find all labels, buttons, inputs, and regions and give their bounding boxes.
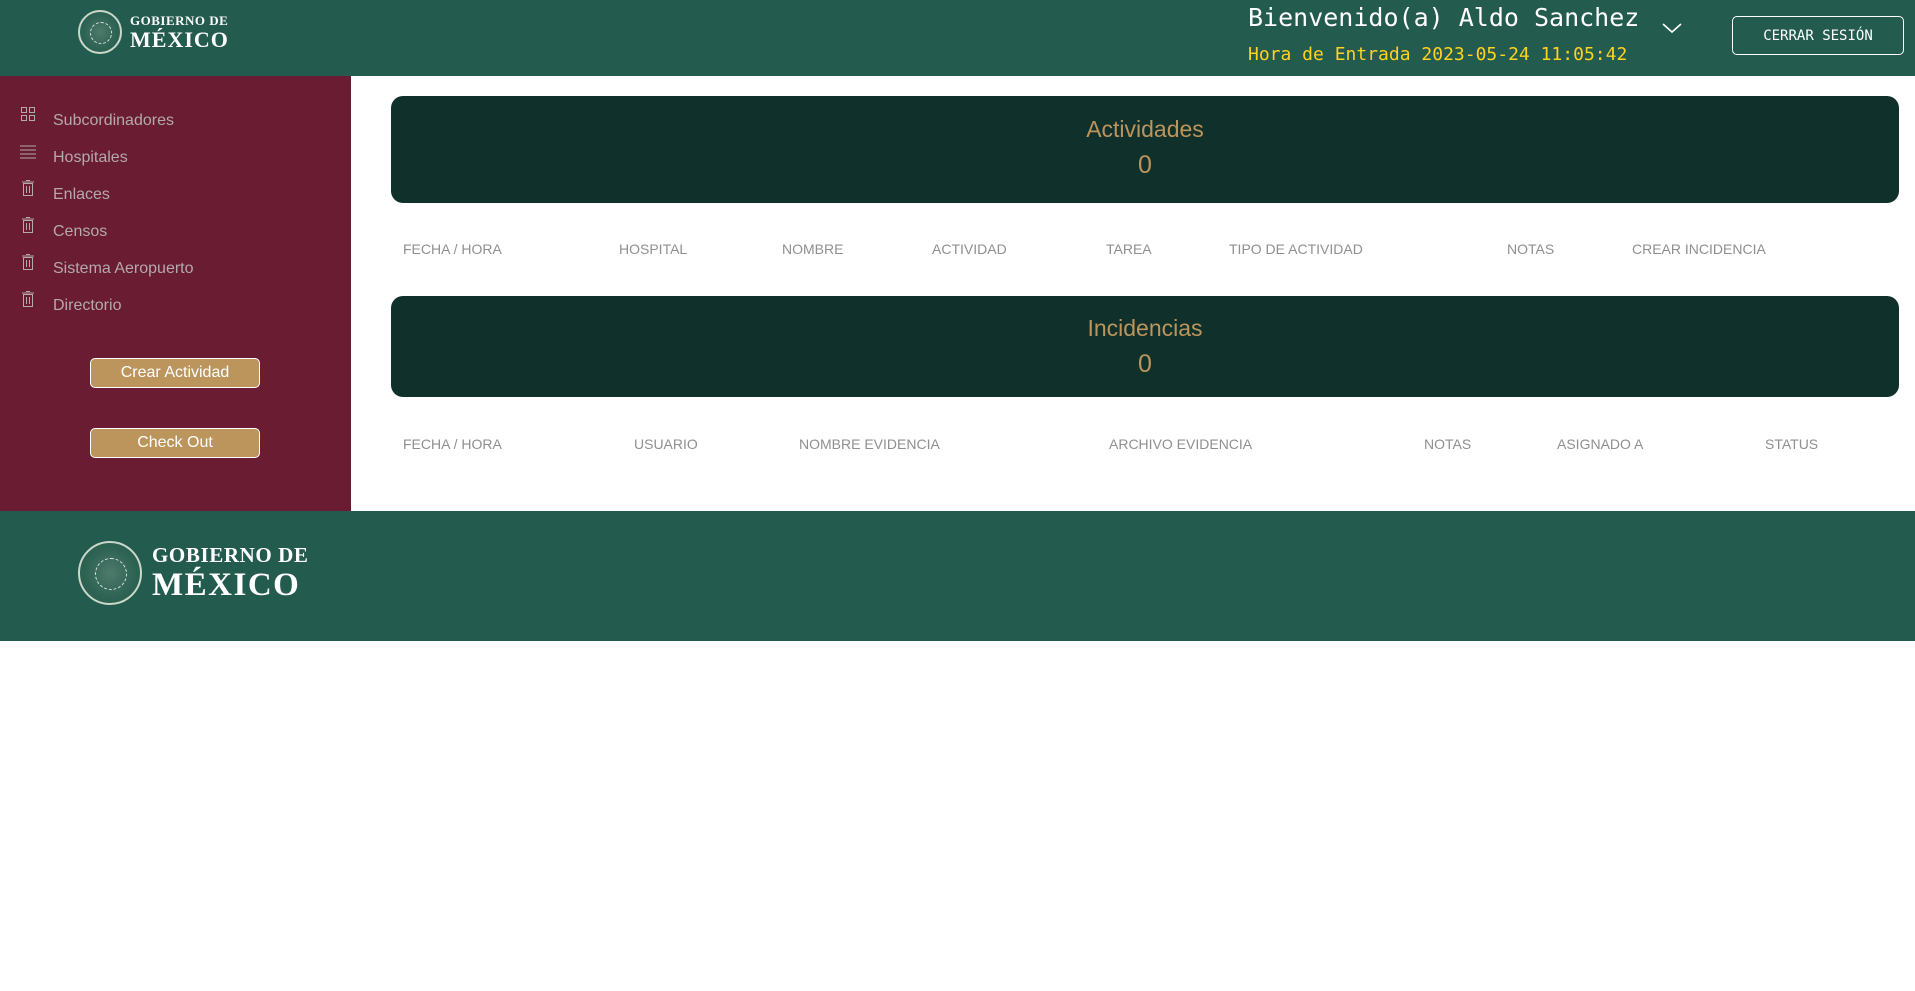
sidebar-item-label: Subcordinadores: [53, 112, 174, 129]
column-header: TAREA: [1106, 241, 1152, 257]
incidents-summary-card: Incidencias 0: [391, 296, 1899, 397]
column-header: ASIGNADO A: [1557, 436, 1644, 452]
create-activity-button[interactable]: Crear Actividad: [90, 358, 260, 388]
list-icon: [20, 145, 36, 159]
column-header: NOTAS: [1424, 436, 1472, 452]
footer: GOBIERNO DE MÉXICO: [0, 511, 1915, 641]
logo-line-1: GOBIERNO DE: [130, 12, 229, 28]
incidents-title: Incidencias: [1087, 315, 1203, 341]
national-seal-icon: [78, 541, 142, 605]
column-header: NOMBRE: [782, 241, 844, 257]
footer-gobierno-logo: GOBIERNO DE MÉXICO: [78, 541, 309, 605]
column-header: STATUS: [1765, 436, 1819, 452]
sidebar-item-label: Sistema Aeropuerto: [53, 260, 194, 277]
logout-button[interactable]: CERRAR SESIÓN: [1732, 16, 1904, 55]
sidebar-item-censos[interactable]: Censos: [0, 213, 351, 250]
user-menu-dropdown[interactable]: [1660, 18, 1684, 38]
sidebar-item-label: Hospitales: [53, 149, 128, 166]
column-header: NOMBRE EVIDENCIA: [799, 436, 940, 452]
top-header: GOBIERNO DE MÉXICO Bienvenido(a) Aldo Sa…: [0, 0, 1915, 76]
activities-count: 0: [1138, 151, 1152, 179]
entry-time: Hora de Entrada 2023-05-24 11:05:42: [1248, 44, 1628, 65]
sidebar-item-hospitales[interactable]: Hospitales: [0, 139, 351, 176]
column-header: USUARIO: [634, 436, 698, 452]
national-seal-icon: [78, 10, 122, 54]
sidebar-item-label: Directorio: [53, 297, 122, 314]
trash-icon: [22, 254, 34, 270]
column-header: FECHA / HORA: [403, 241, 502, 257]
activities-title: Actividades: [1086, 116, 1204, 142]
grid-icon: [21, 107, 35, 121]
column-header: ARCHIVO EVIDENCIA: [1109, 436, 1253, 452]
incidents-count: 0: [1138, 350, 1152, 378]
column-header: ACTIVIDAD: [932, 241, 1007, 257]
sidebar-item-enlaces[interactable]: Enlaces: [0, 176, 351, 213]
sidebar: Subcordinadores Hospitales Enlaces Censo…: [0, 76, 351, 511]
sidebar-item-label: Enlaces: [53, 186, 110, 203]
sidebar-nav: Subcordinadores Hospitales Enlaces Censo…: [0, 102, 351, 324]
welcome-text: Bienvenido(a) Aldo Sanchez: [1248, 3, 1640, 32]
sidebar-item-label: Censos: [53, 223, 108, 240]
column-header: CREAR INCIDENCIA: [1632, 241, 1766, 257]
column-header: HOSPITAL: [619, 241, 688, 257]
gobierno-logo[interactable]: GOBIERNO DE MÉXICO: [78, 10, 229, 54]
chevron-down-icon: [1662, 23, 1682, 34]
sidebar-item-directorio[interactable]: Directorio: [0, 287, 351, 324]
logo-line-2: MÉXICO: [152, 566, 301, 603]
activities-summary-card: Actividades 0: [391, 96, 1899, 203]
trash-icon: [22, 180, 34, 196]
sidebar-item-sistema-aeropuerto[interactable]: Sistema Aeropuerto: [0, 250, 351, 287]
column-header: FECHA / HORA: [403, 436, 502, 452]
column-header: NOTAS: [1507, 241, 1555, 257]
column-header: TIPO DE ACTIVIDAD: [1229, 241, 1363, 257]
logo-line-1: GOBIERNO DE: [152, 542, 309, 567]
logo-line-2: MÉXICO: [130, 26, 229, 52]
sidebar-item-subcordinadores[interactable]: Subcordinadores: [0, 102, 351, 139]
check-out-button[interactable]: Check Out: [90, 428, 260, 458]
trash-icon: [22, 291, 34, 307]
trash-icon: [22, 217, 34, 233]
